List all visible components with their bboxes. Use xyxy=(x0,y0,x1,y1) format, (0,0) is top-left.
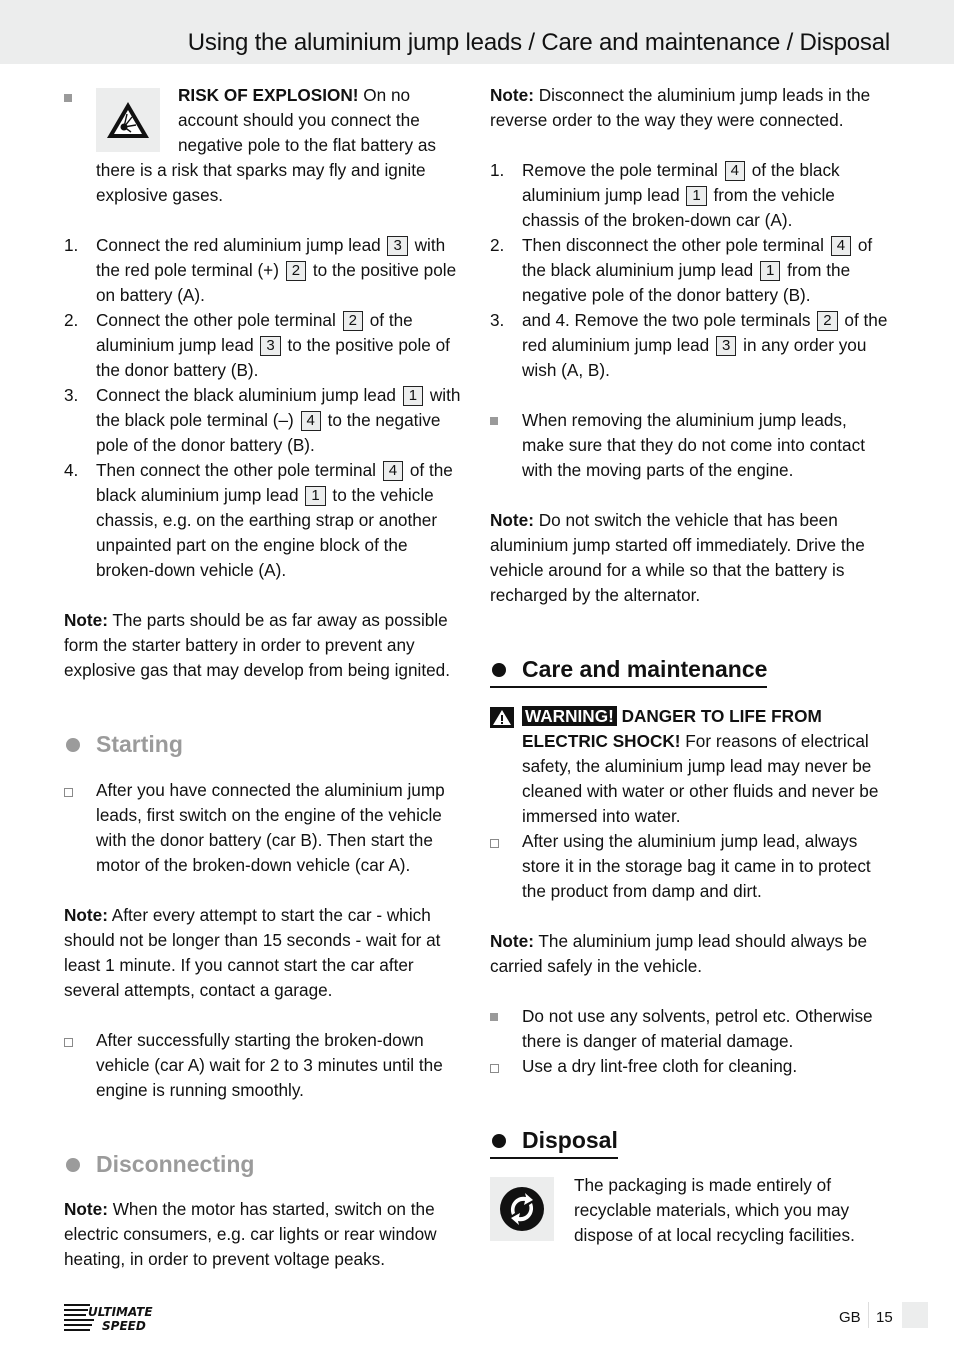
svg-text:SPEED: SPEED xyxy=(102,1319,146,1332)
list-item: After you have connected the aluminium j… xyxy=(64,778,464,878)
explosion-warning-icon xyxy=(96,88,160,152)
step-number: 3. xyxy=(64,385,79,405)
step-text: Then disconnect the other pole terminal xyxy=(522,235,829,255)
bullet-dot-icon xyxy=(492,663,506,677)
section-heading-starting: Starting xyxy=(64,727,464,761)
part-reference-number: 2 xyxy=(285,261,307,281)
square-bullet-icon xyxy=(64,94,72,102)
bullet-dot-icon xyxy=(492,1134,506,1148)
step-item: 4. Then connect the other pole terminal 4… xyxy=(64,458,464,583)
note: Note: Do not switch the vehicle that has… xyxy=(490,510,865,605)
hollow-square-bullet-icon xyxy=(490,1064,499,1073)
step-text: Connect the other pole terminal xyxy=(96,310,341,330)
part-reference-number: 4 xyxy=(830,236,852,256)
green-dot-recycling-icon xyxy=(490,1177,554,1241)
list-item: After successfully starting the broken-d… xyxy=(64,1028,464,1103)
electric-shock-warning: WARNING! DANGER TO LIFE FROM ELECTRIC SH… xyxy=(490,704,890,829)
step-item: 3. Connect the black aluminium jump lead … xyxy=(64,383,464,458)
step-number: 3. xyxy=(490,310,505,330)
part-reference-number: 2 xyxy=(817,311,838,331)
section-heading-disconnecting: Disconnecting xyxy=(64,1147,464,1181)
list-item: Use a dry lint-free cloth for cleaning. xyxy=(490,1054,890,1079)
part-reference-number: 2 xyxy=(342,311,363,331)
part-reference-number: 1 xyxy=(305,486,326,506)
ultimate-speed-logo: ULTIMATE SPEED xyxy=(64,1302,162,1339)
note: Note: Disconnect the aluminium jump lead… xyxy=(490,85,871,130)
part-reference-number: 3 xyxy=(716,336,737,356)
part-reference-number: 1 xyxy=(686,186,707,206)
footer-divider xyxy=(868,1302,869,1328)
section-heading-disposal: Disposal xyxy=(490,1123,618,1159)
disposal-block: The packaging is made entirely of recycl… xyxy=(490,1173,890,1248)
step-item: 2. Connect the other pole terminal 2 of t… xyxy=(64,308,464,383)
language-code: GB xyxy=(839,1309,861,1326)
hollow-square-bullet-icon xyxy=(64,1038,73,1047)
step-number: 1. xyxy=(64,235,79,255)
step-text: Then connect the other pole terminal xyxy=(96,460,381,480)
step-number: 2. xyxy=(64,310,79,330)
note: Note: The aluminium jump lead should alw… xyxy=(490,931,868,976)
step-text: and 4. Remove the two pole terminals xyxy=(522,310,816,330)
part-reference-number: 4 xyxy=(382,461,404,481)
step-text: Connect the black aluminium jump lead xyxy=(96,385,401,405)
bullet-dot-icon xyxy=(66,738,80,752)
list-item: Do not use any solvents, petrol etc. Oth… xyxy=(490,1004,890,1054)
step-text: Connect the red aluminium jump lead xyxy=(96,235,386,255)
list-item: After using the aluminium jump lead, alw… xyxy=(490,829,890,904)
step-number: 1. xyxy=(490,160,505,180)
note: Note: After every attempt to start the c… xyxy=(64,905,441,1000)
page-title: Using the aluminium jump leads / Care an… xyxy=(187,29,890,56)
part-reference-number: 4 xyxy=(300,411,321,431)
step-item: 2. Then disconnect the other pole termina… xyxy=(490,233,890,308)
svg-text:ULTIMATE: ULTIMATE xyxy=(88,1305,153,1319)
part-reference-number: 1 xyxy=(759,261,781,281)
explosion-warning: RISK OF EXPLOSION! On no account should … xyxy=(64,83,464,208)
right-column: Note: Disconnect the aluminium jump lead… xyxy=(490,83,890,1248)
part-reference-number: 4 xyxy=(724,161,745,181)
step-number: 2. xyxy=(490,235,505,255)
step-text: Remove the pole terminal xyxy=(522,160,723,180)
bullet-dot-icon xyxy=(66,1158,80,1172)
hollow-square-bullet-icon xyxy=(64,788,73,797)
note: Note: When the motor has started, switch… xyxy=(64,1199,437,1269)
list-item: When removing the aluminium jump leads, … xyxy=(490,408,890,483)
section-heading-care: Care and maintenance xyxy=(490,652,768,688)
square-bullet-icon xyxy=(490,417,498,425)
page-header: Using the aluminium jump leads / Care an… xyxy=(0,0,954,64)
hollow-square-bullet-icon xyxy=(490,839,499,848)
left-column: RISK OF EXPLOSION! On no account should … xyxy=(64,83,464,1272)
part-reference-number: 3 xyxy=(387,236,408,256)
page-tab-marker xyxy=(902,1302,928,1328)
part-reference-number: 3 xyxy=(260,336,281,356)
step-item: 3. and 4. Remove the two pole terminals 2… xyxy=(490,308,890,383)
step-item: 1. Remove the pole terminal 4 of the blac… xyxy=(490,158,890,233)
warning-badge: WARNING! xyxy=(522,706,617,726)
warning-triangle-icon xyxy=(490,707,514,728)
explosion-warning-title: RISK OF EXPLOSION! xyxy=(178,85,359,105)
disconnect-steps: 1. Remove the pole terminal 4 of the blac… xyxy=(490,158,890,383)
note: Note: The parts should be as far away as… xyxy=(64,610,450,680)
square-bullet-icon xyxy=(490,1013,498,1021)
page-number: 15 xyxy=(876,1309,893,1326)
part-reference-number: 1 xyxy=(402,386,424,406)
step-number: 4. xyxy=(64,460,79,480)
connect-steps: 1. Connect the red aluminium jump lead 3 … xyxy=(64,233,464,583)
step-item: 1. Connect the red aluminium jump lead 3 … xyxy=(64,233,464,308)
